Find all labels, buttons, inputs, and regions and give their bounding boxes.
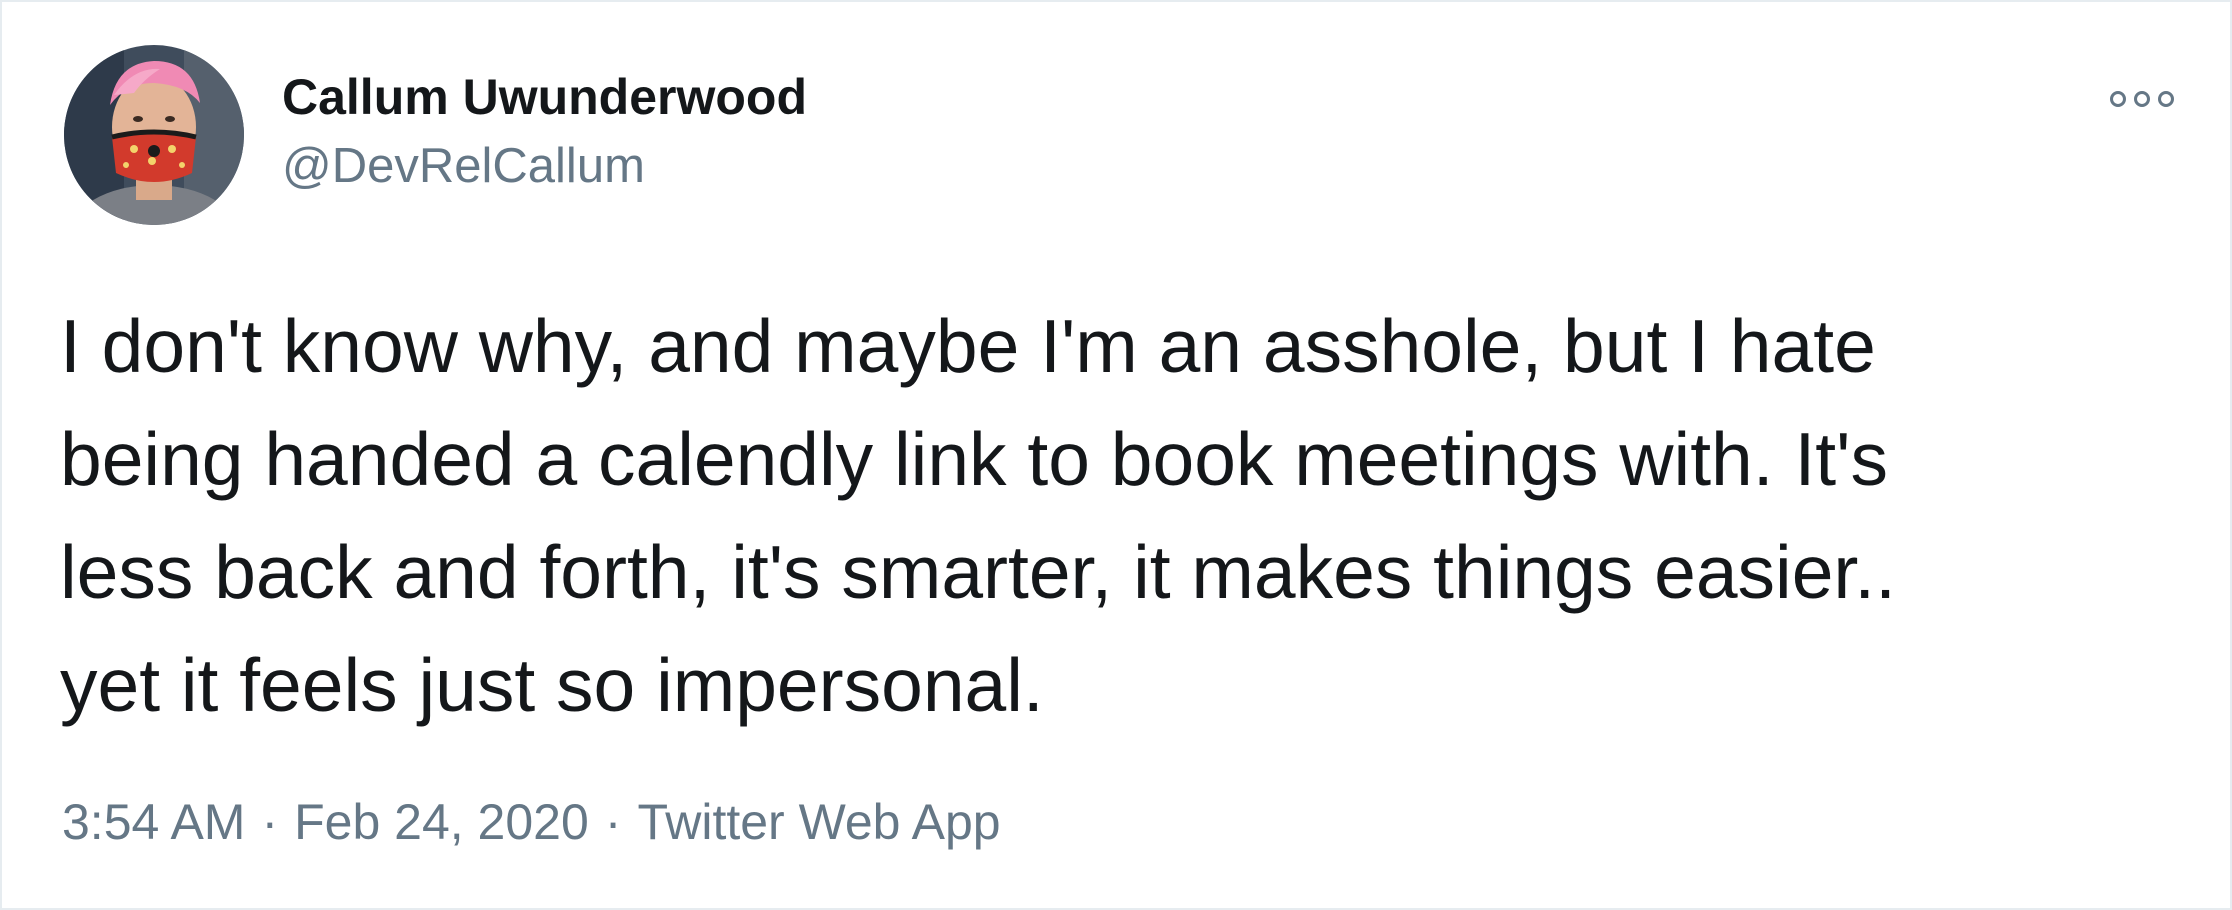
tweet-date[interactable]: Feb 24, 2020 <box>294 794 589 850</box>
user-handle[interactable]: @DevRelCallum <box>282 139 645 194</box>
profile-photo-icon <box>64 45 244 225</box>
tweet-metadata: 3:54 AM · Feb 24, 2020 · Twitter Web App <box>62 792 1001 852</box>
tweet-text-line: I don't know why, and maybe I'm an assho… <box>60 304 1876 388</box>
separator-dot: · <box>604 794 622 850</box>
more-options-icon <box>2110 91 2174 107</box>
more-options-button[interactable] <box>2102 74 2182 124</box>
tweet-text-line: less back and forth, it's smarter, it ma… <box>60 530 1896 614</box>
tweet-text: I don't know why, and maybe I'm an assho… <box>60 290 2180 742</box>
display-name[interactable]: Callum Uwunderwood <box>282 70 807 125</box>
tweet-card: Callum Uwunderwood @DevRelCallum I don't… <box>0 0 2232 910</box>
tweet-text-line: yet it feels just so impersonal. <box>60 643 1044 727</box>
tweet-text-line: being handed a calendly link to book mee… <box>60 417 1888 501</box>
avatar[interactable] <box>64 45 244 225</box>
tweet-time[interactable]: 3:54 AM <box>62 794 245 850</box>
separator-dot: · <box>261 794 279 850</box>
tweet-source[interactable]: Twitter Web App <box>637 794 1000 850</box>
